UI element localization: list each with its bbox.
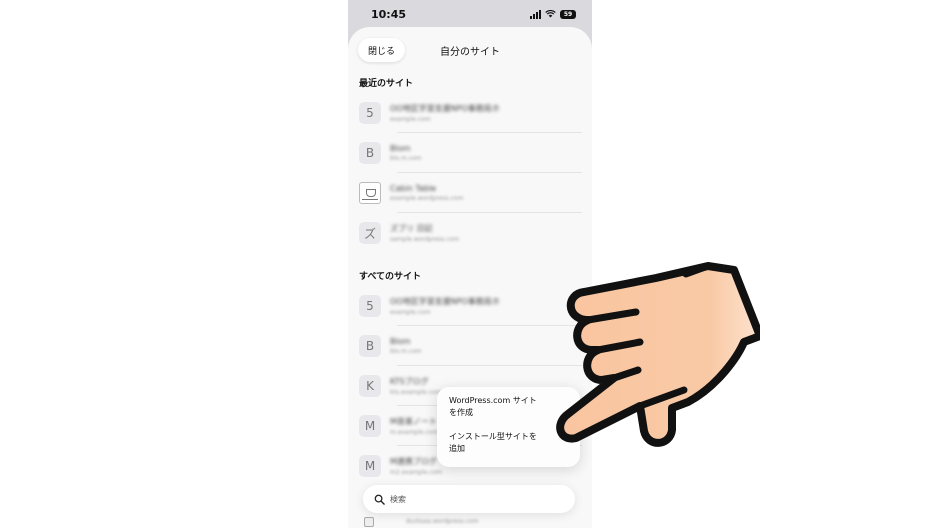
site-name: OO地区学習支援NPO事務局ホ — [390, 297, 500, 306]
site-name: Blom — [390, 144, 411, 153]
site-url: ducksaa.wordpress.com — [406, 518, 479, 525]
sheet-header: 閉じる 自分のサイト — [348, 27, 592, 73]
site-url: m.example.com — [390, 429, 439, 436]
site-url: example.wordpress.com — [390, 195, 464, 202]
recent-sites-list: 5 OO地区学習支援NPO事務局ホ example.com B Blom blo… — [348, 93, 592, 253]
site-name: ズブリ 日記 — [390, 224, 433, 233]
status-time: 10:45 — [371, 7, 407, 21]
site-row[interactable]: ズ ズブリ 日記 sample.wordpress.com — [348, 213, 592, 253]
site-url: blo.m.com — [390, 155, 422, 162]
status-bar: 10:45 59 — [348, 0, 592, 28]
page-title: 自分のサイト — [440, 47, 500, 58]
site-initial-icon: 5 — [359, 102, 381, 124]
site-url: m2.example.com — [390, 469, 443, 476]
site-initial-icon: ズ — [359, 222, 381, 244]
site-url: example.com — [390, 116, 431, 123]
partially-hidden-site-row[interactable]: ducksaa.wordpress.com — [348, 515, 592, 528]
search-input[interactable] — [390, 494, 560, 504]
search-bar[interactable] — [363, 485, 575, 513]
site-name: M音楽ノート — [390, 417, 437, 426]
site-name: M連携ブログ — [390, 457, 437, 466]
recent-sites-heading: 最近のサイト — [359, 79, 414, 89]
site-initial-icon: K — [359, 375, 381, 397]
site-url: sample.wordpress.com — [390, 236, 460, 243]
site-row[interactable]: B Blom blo.m.com — [348, 133, 592, 173]
site-name: KTSブログ — [390, 377, 429, 386]
site-url: example.com — [390, 309, 431, 316]
site-row[interactable]: 5 OO地区学習支援NPO事務局ホ example.com — [348, 93, 592, 133]
site-initial-icon: M — [359, 415, 381, 437]
site-url: kts.example.com — [390, 389, 442, 396]
site-url: blo.m.com — [390, 348, 422, 355]
site-initial-icon: B — [359, 142, 381, 164]
site-name: Cabin Table — [390, 184, 437, 193]
site-thumbnail-icon — [364, 516, 374, 527]
wifi-icon — [545, 10, 556, 18]
site-initial-icon: 5 — [359, 295, 381, 317]
site-name: OO地区学習支援NPO事務局ホ — [390, 104, 500, 113]
pointing-hand-illustration — [556, 262, 760, 447]
site-name: Blom — [390, 337, 411, 346]
search-icon — [374, 494, 385, 505]
site-row[interactable]: Cabin Table example.wordpress.com — [348, 173, 592, 213]
battery-icon: 59 — [560, 9, 576, 19]
site-initial-icon: B — [359, 335, 381, 357]
cup-image-icon — [359, 182, 381, 204]
site-initial-icon: M — [359, 455, 381, 477]
status-icons: 59 — [530, 9, 576, 19]
cellular-signal-icon — [530, 9, 541, 19]
